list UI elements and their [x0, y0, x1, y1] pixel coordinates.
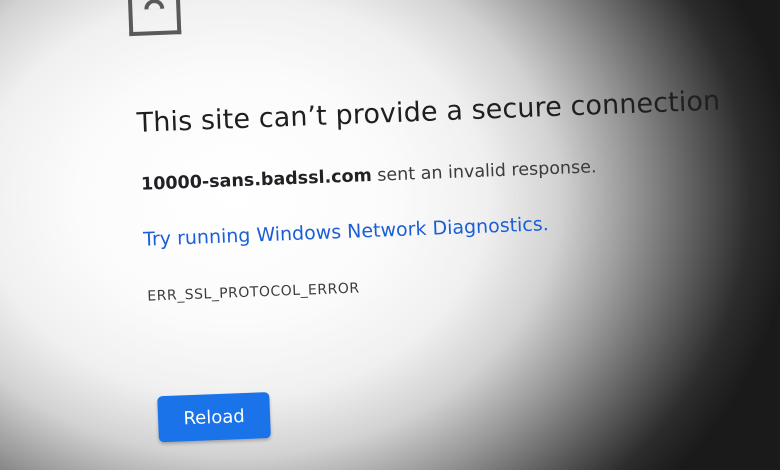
page-title: This site can’t provide a secure connect…	[136, 85, 721, 139]
sad-mouth	[143, 0, 165, 10]
error-page-content: This site can’t provide a secure connect…	[127, 0, 750, 470]
browser-viewport: This site can’t provide a secure connect…	[0, 0, 780, 470]
error-code: ERR_SSL_PROTOCOL_ERROR	[147, 280, 360, 305]
network-diagnostics-link[interactable]: Try running Windows Network Diagnostics.	[143, 213, 549, 251]
error-detail-suffix: sent an invalid response.	[371, 157, 597, 186]
reload-button[interactable]: Reload	[157, 392, 271, 443]
error-detail: 10000-sans.badssl.com sent an invalid re…	[141, 157, 597, 194]
sad-page-icon	[127, 0, 182, 37]
error-host: 10000-sans.badssl.com	[140, 165, 373, 195]
